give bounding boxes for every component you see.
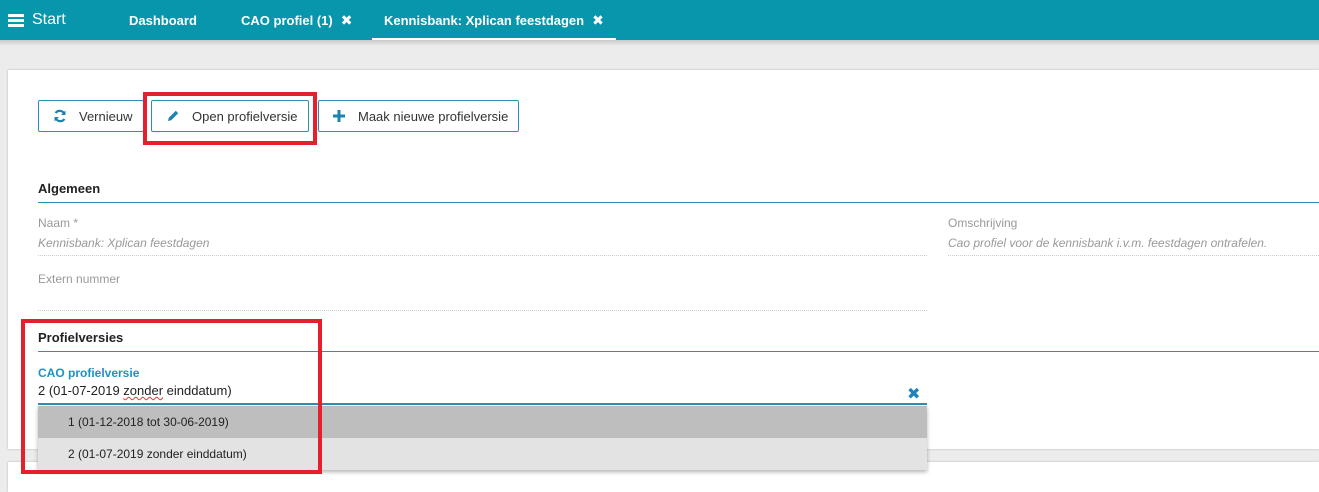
refresh-label: Vernieuw: [79, 108, 133, 124]
topbar-shadow: [0, 40, 1319, 46]
start-menu-button[interactable]: Start: [8, 9, 66, 31]
cao-profielversie-label: CAO profielversie: [38, 366, 140, 380]
cao-profielversie-select[interactable]: 2 (01-07-2019 zonder einddatum): [38, 383, 232, 398]
new-profielversie-button[interactable]: Maak nieuwe profielversie: [318, 100, 519, 132]
extern-nummer-label: Extern nummer: [38, 272, 121, 286]
top-navigation-bar: Start Dashboard CAO profiel (1) ✖ Kennis…: [0, 0, 1319, 40]
omschrijving-field[interactable]: Cao profiel voor de kennisbank i.v.m. fe…: [948, 236, 1267, 250]
tab-kennisbank[interactable]: Kennisbank: Xplican feestdagen ✖: [372, 0, 616, 40]
extern-nummer-underline: [38, 310, 927, 311]
omschrijving-label: Omschrijving: [948, 216, 1018, 230]
tab-label: CAO profiel (1): [241, 12, 333, 28]
tab-label: Kennisbank: Xplican feestdagen: [384, 12, 585, 28]
dropdown-option[interactable]: 2 (01-07-2019 zonder einddatum): [38, 438, 927, 470]
new-label: Maak nieuwe profielversie: [358, 108, 509, 124]
clear-selection-icon[interactable]: ✖: [907, 384, 920, 404]
close-tab-icon[interactable]: ✖: [341, 12, 353, 29]
tab-cao-profiel[interactable]: CAO profiel (1) ✖: [241, 0, 352, 40]
profielversie-dropdown: 1 (01-12-2018 tot 30-06-2019) 2 (01-07-2…: [38, 406, 927, 470]
omschrijving-underline: [948, 255, 1319, 256]
pencil-icon: [168, 110, 179, 121]
selected-misspelled-word: zonder: [123, 383, 164, 398]
section-title-profielversies: Profielversies: [38, 330, 124, 345]
plus-icon: [333, 110, 345, 122]
hamburger-menu-icon: [8, 13, 24, 27]
naam-label: Naam *: [38, 216, 79, 230]
open-profielversie-button[interactable]: Open profielversie: [151, 100, 309, 132]
naam-field[interactable]: Kennisbank: Xplican feestdagen: [38, 236, 209, 250]
select-underline: [38, 403, 927, 405]
tab-label: Dashboard: [129, 12, 197, 28]
refresh-icon: [54, 109, 66, 123]
tab-dashboard[interactable]: Dashboard: [129, 0, 197, 40]
section-title-algemeen: Algemeen: [38, 181, 101, 196]
start-label: Start: [32, 11, 66, 28]
dropdown-option[interactable]: 1 (01-12-2018 tot 30-06-2019): [38, 406, 927, 438]
selected-suffix: einddatum): [163, 383, 232, 398]
section-divider: [38, 202, 1319, 203]
open-label: Open profielversie: [192, 108, 298, 124]
refresh-button[interactable]: Vernieuw: [38, 100, 144, 132]
selected-prefix: 2 (01-07-2019: [38, 383, 124, 398]
naam-underline: [38, 255, 927, 256]
section-divider: [38, 351, 1319, 352]
close-tab-icon[interactable]: ✖: [592, 12, 604, 29]
